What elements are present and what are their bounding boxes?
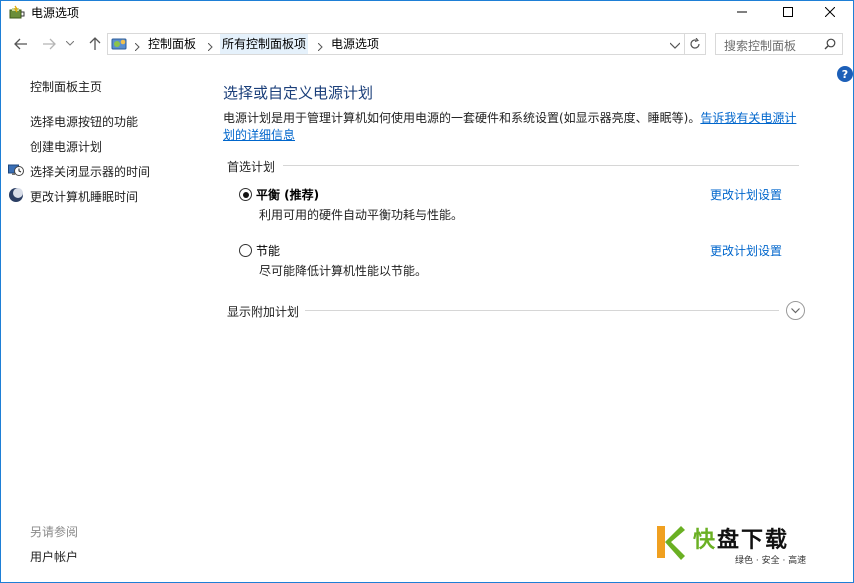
window-border [0, 0, 854, 583]
forward-button[interactable] [39, 34, 59, 54]
back-button[interactable] [11, 34, 31, 54]
refresh-icon [690, 38, 700, 49]
navigation-bar: 控制面板 所有控制面板项 电源选项 搜索控制面板 [1, 30, 853, 58]
up-button[interactable] [85, 34, 105, 54]
expand-additional-plans-button[interactable] [786, 301, 805, 320]
monitor-clock-icon [8, 162, 24, 178]
balanced-plan-description: 利用可用的硬件自动平衡功耗与性能。 [259, 208, 464, 222]
watermark-title-rest: 盘下载 [717, 528, 790, 553]
balanced-plan-name[interactable]: 平衡 (推荐) [256, 186, 319, 203]
power-options-app-icon [9, 5, 25, 21]
address-bar[interactable]: 控制面板 所有控制面板项 电源选项 [107, 33, 685, 55]
chevron-down-icon [791, 307, 800, 313]
refresh-button[interactable] [685, 33, 706, 55]
balanced-plan-radio[interactable] [239, 188, 252, 201]
power-saver-plan-description: 尽可能降低计算机性能以节能。 [259, 264, 428, 278]
sidebar-item-power-button-function[interactable]: 选择电源按钮的功能 [30, 113, 138, 130]
close-button[interactable] [807, 1, 853, 23]
minimize-button[interactable] [719, 1, 765, 23]
search-icon[interactable] [824, 38, 836, 53]
sidebar-item-sleep-time[interactable]: 更改计算机睡眠时间 [30, 188, 138, 205]
chevron-down-icon [66, 41, 74, 46]
page-title: 选择或自定义电源计划 [223, 84, 374, 102]
watermark-logo: 快盘下载 绿色 · 安全 · 高速 [655, 522, 825, 570]
power-saver-plan-radio[interactable] [239, 244, 252, 257]
window-title: 电源选项 [31, 6, 80, 20]
title-bar: 电源选项 [1, 1, 853, 23]
preferred-plans-divider [283, 165, 799, 166]
description-text: 电源计划是用于管理计算机如何使用电源的一套硬件和系统设置(如显示器亮度、睡眠等)… [223, 111, 701, 125]
breadcrumb-control-panel[interactable]: 控制面板 [148, 34, 196, 54]
moon-icon [8, 187, 24, 203]
control-panel-home-link[interactable]: 控制面板主页 [30, 78, 102, 95]
breadcrumb-power-options[interactable]: 电源选项 [331, 34, 379, 54]
watermark-subtitle: 绿色 · 安全 · 高速 [735, 556, 807, 566]
sidebar-item-display-off-time[interactable]: 选择关闭显示器的时间 [30, 163, 150, 180]
breadcrumb-separator-icon [134, 40, 140, 54]
power-saver-change-settings-link[interactable]: 更改计划设置 [710, 242, 782, 259]
learn-more-link[interactable]: 告诉我有关电源计 [700, 111, 796, 125]
back-arrow-icon [14, 38, 27, 50]
breadcrumb-separator-icon [317, 40, 323, 54]
balanced-change-settings-link[interactable]: 更改计划设置 [710, 186, 782, 203]
help-icon[interactable]: ? [837, 66, 853, 82]
address-dropdown-icon[interactable] [669, 39, 681, 53]
see-also-heading: 另请参阅 [30, 525, 79, 539]
radio-selected-dot [242, 191, 249, 198]
watermark-k-icon [655, 522, 687, 562]
sidebar-item-create-power-plan[interactable]: 创建电源计划 [30, 138, 102, 155]
show-additional-plans-label[interactable]: 显示附加计划 [227, 303, 299, 320]
breadcrumb-all-items[interactable]: 所有控制面板项 [220, 34, 309, 54]
preferred-plans-heading: 首选计划 [227, 160, 276, 174]
up-arrow-icon [89, 37, 101, 50]
control-panel-icon [111, 35, 129, 55]
user-accounts-link[interactable]: 用户帐户 [30, 548, 78, 565]
forward-arrow-icon [43, 38, 56, 50]
additional-plans-divider [305, 310, 779, 311]
search-box[interactable]: 搜索控制面板 [715, 33, 843, 55]
page-description: 电源计划是用于管理计算机如何使用电源的一套硬件和系统设置(如显示器亮度、睡眠等)… [223, 110, 803, 144]
recent-locations-button[interactable] [63, 34, 77, 54]
search-placeholder: 搜索控制面板 [724, 39, 797, 53]
maximize-button[interactable] [765, 1, 811, 23]
learn-more-link-continued[interactable]: 划的详细信息 [223, 128, 295, 142]
watermark-title: 快盘下载 [693, 522, 789, 554]
breadcrumb-separator-icon [207, 40, 213, 54]
power-saver-plan-name[interactable]: 节能 [256, 242, 280, 259]
watermark-title-accent: 快 [693, 528, 718, 553]
